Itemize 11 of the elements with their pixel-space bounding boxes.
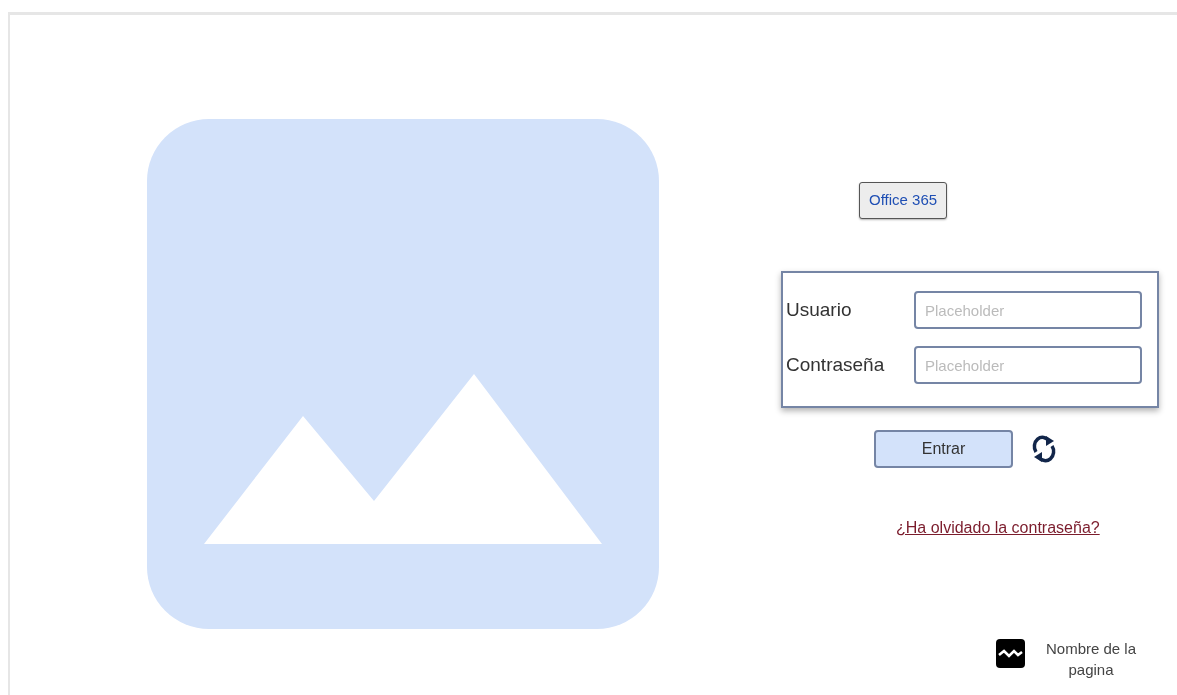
input-field[interactable]: Placeholder bbox=[914, 346, 1142, 384]
input-field[interactable]: Placeholder bbox=[914, 291, 1142, 329]
field-label: Contraseña bbox=[785, 352, 885, 377]
page-name: Nombre de la pagina bbox=[1044, 639, 1137, 680]
image-icon bbox=[996, 639, 1025, 668]
image-placeholder-icon bbox=[147, 119, 659, 629]
field-label: Usuario bbox=[785, 297, 852, 322]
forgot-password-link[interactable]: ¿Ha olvidado la contraseña? bbox=[896, 516, 1100, 540]
submit-button[interactable]: Entrar bbox=[874, 430, 1013, 468]
refresh-icon[interactable] bbox=[1032, 434, 1056, 464]
office-365-button[interactable]: Office 365 bbox=[859, 182, 948, 219]
